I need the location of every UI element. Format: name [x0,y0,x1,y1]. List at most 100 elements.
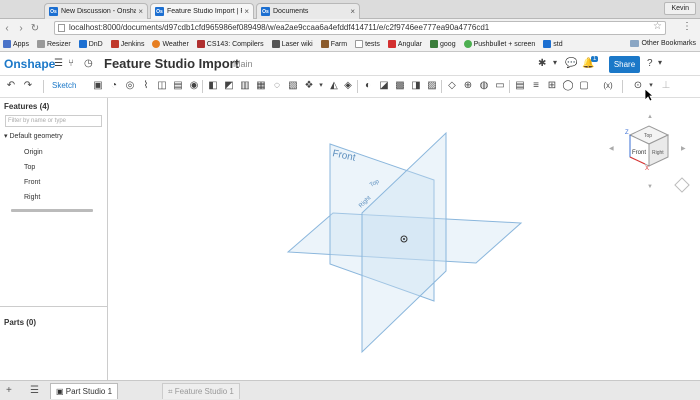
forward-arrow-icon[interactable]: › [14,23,28,34]
chevron-down-icon[interactable]: ▾ [315,80,327,92]
bookmark-item[interactable]: DnD [78,40,103,48]
element-list-icon[interactable]: ☰ [30,385,39,396]
comments-icon[interactable]: 💬 [565,58,577,69]
browser-tab-new-discussion[interactable]: Os New Discussion - Onshape × [44,3,148,19]
feature-filter-input[interactable]: Filter by name or type [5,115,102,127]
feature-item-front[interactable]: Front [24,179,40,186]
browser-tab-feature-studio[interactable]: Os Feature Studio Import | Pu × [150,3,254,19]
custom-feature-icon[interactable]: ⊙ [632,80,644,92]
close-tab-icon[interactable]: × [244,7,249,16]
other-bookmarks[interactable]: Other Bookmarks [629,40,696,47]
bookmark-item[interactable]: tests [355,40,380,48]
rotate-up-arrow-icon[interactable]: ▲ [647,114,653,120]
hamburger-menu-icon[interactable]: ☰ [54,58,63,69]
redo-icon[interactable]: ↷ [22,80,34,92]
tab-feature-studio-1[interactable]: ⌗ Feature Studio 1 [162,383,240,399]
variable-icon[interactable]: (x) [600,80,616,92]
chevron-down-icon[interactable]: ▾ [4,133,8,140]
angular-icon [387,40,396,48]
toolbar-divider [441,80,442,93]
bookmark-item[interactable]: std [543,40,563,48]
helix-icon[interactable]: ◍ [478,80,490,92]
section-view-icon[interactable]: ⊞ [546,80,558,92]
loft-icon[interactable]: ⌇ [140,80,152,92]
draft-icon[interactable]: ◩ [223,80,235,92]
appearance-icon[interactable]: ◯ [562,80,574,92]
document-title[interactable]: Feature Studio Import [104,56,239,71]
mirror-icon[interactable]: ◭ [328,80,340,92]
modify-fillet-icon[interactable]: ◨ [410,80,422,92]
revolve-icon[interactable]: ◔ [108,80,120,92]
bookmark-item[interactable]: Farm [320,40,347,48]
rollback-bar[interactable] [11,209,93,212]
boolean-icon[interactable]: ◐ [362,80,374,92]
rib-icon[interactable]: ▥ [239,80,251,92]
reload-icon[interactable]: ↻ [28,23,42,34]
table-icon[interactable]: ▤ [514,80,526,92]
feature-item-right[interactable]: Right [24,194,40,201]
back-arrow-icon[interactable]: ‹ [0,23,14,34]
close-tab-icon[interactable]: × [350,7,355,16]
bookmark-item[interactable]: Apps [3,40,29,48]
add-element-icon[interactable]: + [6,385,12,396]
onshape-logo[interactable]: Onshape [4,57,55,71]
rotate-down-arrow-icon[interactable]: ▼ [647,184,653,190]
thicken-icon[interactable]: ◫ [156,80,168,92]
delete-part-icon[interactable]: ▩ [394,80,406,92]
bookmark-item[interactable]: Laser wiki [271,40,313,48]
rotate-right-arrow-icon[interactable]: ▶ [681,146,686,152]
chamfer-icon[interactable]: ◧ [207,80,219,92]
chevron-down-icon[interactable]: ▾ [553,58,557,67]
chevron-down-icon[interactable]: ▾ [658,58,662,67]
rotate-left-arrow-icon[interactable]: ◀ [609,146,614,152]
bookmark-item[interactable]: Resizer [36,40,71,48]
named-views-icon[interactable]: ▢ [578,80,590,92]
undo-icon[interactable]: ↶ [5,80,17,92]
browser-tab-documents[interactable]: Os Documents × [256,3,360,19]
enclose-icon[interactable]: ▤ [172,80,184,92]
view-options-box-icon[interactable] [674,177,690,193]
view-cube-svg: ▲ ◀ ▶ ▼ Top Front Right Z X [609,114,690,193]
browser-menu-icon[interactable]: ⋮ [682,21,692,32]
sketch-button[interactable]: Sketch [52,81,76,90]
feature-item-origin[interactable]: Origin [24,149,43,156]
insert-icon[interactable]: ⊥ [660,80,672,92]
history-clock-icon[interactable]: ◷ [84,58,93,69]
browser-user-profile[interactable]: Kevin [664,2,696,15]
feature-item-top[interactable]: Top [24,164,35,171]
bookmark-item[interactable]: Angular [387,40,422,48]
bookmark-item[interactable]: goog [430,40,456,48]
url-field[interactable]: localhost:8000/documents/d97cdb1cfd96598… [54,21,666,35]
sweep-icon[interactable]: ◎ [124,80,136,92]
close-tab-icon[interactable]: × [138,7,143,16]
circular-pattern-icon[interactable]: ❖ [303,80,315,92]
share-button[interactable]: Share [609,56,640,73]
plane-icon[interactable]: ◇ [446,80,458,92]
bookmark-item[interactable]: Jenkins [110,40,144,48]
view-cube[interactable]: ▲ ◀ ▶ ▼ Top Front Right Z X [603,110,693,210]
panel-divider[interactable] [0,306,108,307]
bookmark-item[interactable]: CS143: Compilers [196,40,264,48]
default-geometry-group[interactable]: ▾ Default geometry [4,132,63,140]
help-icon[interactable]: ? [647,58,653,69]
sheet-metal-icon[interactable]: ▭ [494,80,506,92]
mouse-cursor-icon [644,88,654,102]
move-face-icon[interactable]: ▨ [426,80,438,92]
browser-tab-label: Feature Studio Import | Pu [167,8,243,15]
measure-icon[interactable]: ≡ [530,80,542,92]
bug-icon[interactable]: ✱ [538,58,546,69]
linear-pattern-icon[interactable]: ▧ [287,80,299,92]
split-icon[interactable]: ◪ [378,80,390,92]
bookmark-item[interactable]: Weather [152,40,189,48]
hole-icon[interactable]: ◌ [271,80,283,92]
tab-part-studio-1[interactable]: ▣ Part Studio 1 [50,383,119,399]
transform-icon[interactable]: ◈ [342,80,354,92]
bookmark-item[interactable]: Pushbullet + screen [463,40,535,48]
bookmark-star-icon[interactable]: ☆ [653,21,662,32]
feature-list-panel: Features (4) Filter by name or type ▾ De… [0,98,108,380]
branch-icon[interactable]: ⑂ [68,58,74,69]
extrude-icon[interactable]: ▣ [92,80,104,92]
shell-icon[interactable]: ▦ [255,80,267,92]
mate-connector-icon[interactable]: ⊕ [462,80,474,92]
fillet-icon[interactable]: ◉ [188,80,200,92]
